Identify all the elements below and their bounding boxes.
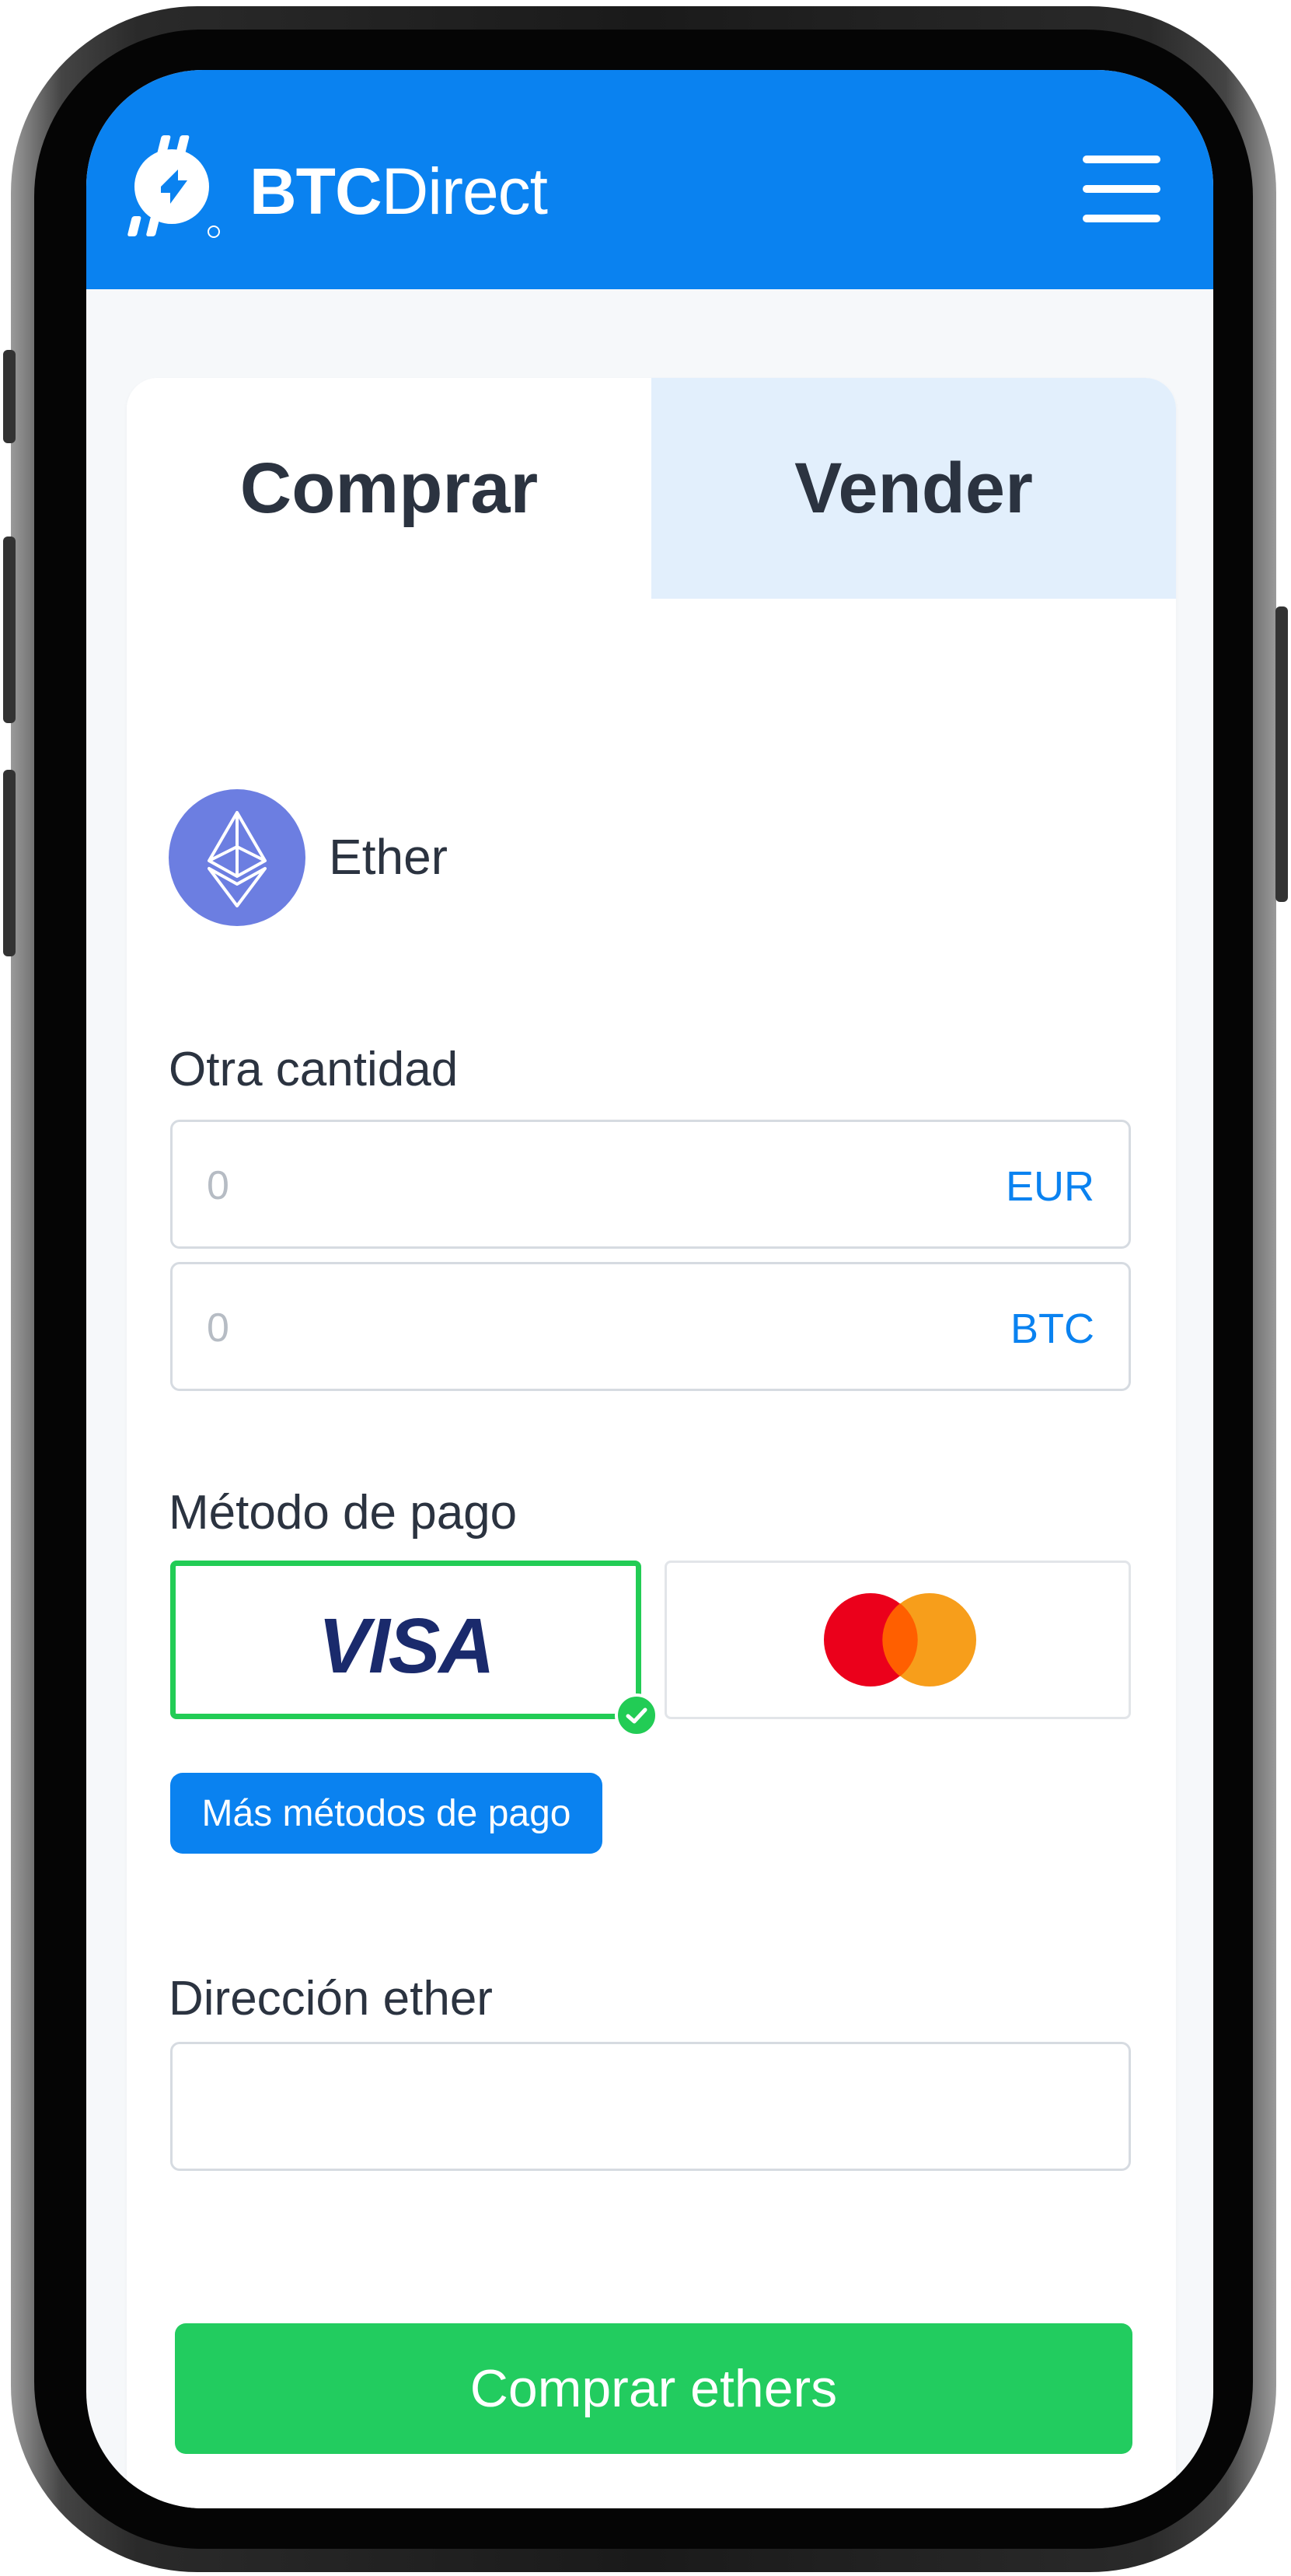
checkmark-icon [626, 1707, 647, 1724]
menu-bar-icon [1083, 215, 1160, 222]
buy-sell-card: Comprar Vender [127, 378, 1176, 2508]
ethereum-diamond-icon [208, 811, 267, 907]
btc-unit-label: BTC [1010, 1305, 1094, 1352]
buy-ethers-button[interactable]: Comprar ethers [175, 2323, 1132, 2454]
menu-bar-icon [1083, 156, 1160, 163]
check-icon [615, 1693, 658, 1737]
amount-label: Otra cantidad [169, 1043, 459, 1096]
btc-amount-input[interactable]: 0 BTC [170, 1262, 1131, 1391]
tab-comprar[interactable]: Comprar [127, 378, 651, 599]
page: BTCDirect Comprar Vender Ether Otra cant… [0, 0, 1291, 2576]
app-screen: BTCDirect Comprar Vender Ether Otra cant… [86, 70, 1213, 2508]
btc-direct-logo-icon [127, 135, 220, 238]
tab-vender[interactable]: Vender [651, 378, 1176, 599]
eur-unit-label: EUR [1005, 1163, 1094, 1210]
phone-power-button [1275, 606, 1288, 902]
btc-amount-placeholder: 0 [207, 1305, 229, 1351]
eur-amount-input[interactable]: 0 EUR [170, 1120, 1131, 1249]
payment-option-mastercard[interactable] [665, 1561, 1131, 1719]
coin-name[interactable]: Ether [329, 828, 448, 886]
visa-logo: VISA [318, 1603, 494, 1690]
more-payment-methods-button[interactable]: Más métodos de pago [170, 1773, 602, 1854]
ethereum-icon[interactable] [169, 789, 305, 926]
payment-method-label: Método de pago [169, 1486, 518, 1540]
menu-bar-icon [1083, 185, 1160, 193]
brand-name-light: Direct [381, 155, 548, 228]
phone-volume-up [3, 537, 16, 723]
address-label: Dirección ether [169, 1972, 493, 2025]
brand-name[interactable]: BTCDirect [249, 154, 548, 229]
app-header: BTCDirect [86, 70, 1213, 289]
phone-mute-switch [3, 350, 16, 443]
eur-amount-placeholder: 0 [207, 1163, 229, 1208]
hamburger-menu-button[interactable] [1083, 156, 1160, 222]
phone-volume-down [3, 770, 16, 956]
payment-option-visa[interactable]: VISA [170, 1561, 641, 1719]
brand-name-bold: BTC [249, 155, 382, 228]
ether-address-input[interactable] [170, 2042, 1131, 2171]
mastercard-logo-icon [824, 1593, 976, 1686]
